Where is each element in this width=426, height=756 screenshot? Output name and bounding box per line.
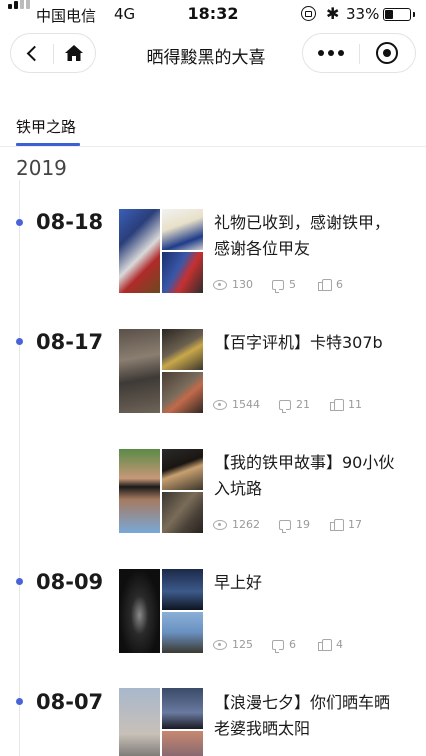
- post-title[interactable]: 【浪漫七夕】你们晒车晒 老婆我晒太阳: [214, 690, 414, 742]
- thumbnail-image: [162, 688, 203, 729]
- post-date: 08-09: [36, 570, 104, 594]
- post-thumbnail-grid[interactable]: [119, 569, 203, 653]
- thumbnail-image: [162, 449, 203, 490]
- views-count: 125: [232, 638, 253, 651]
- thumbnail-image: [162, 252, 203, 293]
- post-title-line: 早上好: [214, 573, 263, 592]
- post-title-line: 【浪漫七夕】你们晒车晒: [214, 693, 391, 712]
- nav-right-capsule: [302, 33, 416, 73]
- likes-count: 4: [336, 638, 343, 651]
- views-count: 130: [232, 278, 253, 291]
- tab-tiejia-road[interactable]: 铁甲之路: [16, 116, 76, 137]
- home-button[interactable]: [53, 34, 95, 72]
- comments-icon: [272, 279, 284, 293]
- thumbnail-image: [119, 449, 160, 533]
- close-miniprogram-button[interactable]: [359, 34, 415, 72]
- views-count: 1544: [232, 398, 260, 411]
- post-title-line: 礼物已收到，感谢铁甲，: [214, 213, 391, 232]
- post-title-line: 入坑路: [214, 479, 263, 498]
- thumbnail-image: [162, 329, 203, 370]
- like-icon: [318, 638, 332, 651]
- comments-count: 6: [289, 638, 296, 651]
- timeline-dot: [16, 698, 23, 705]
- tab-divider: [0, 146, 426, 147]
- battery-icon: [383, 8, 415, 21]
- like-icon: [330, 518, 344, 531]
- post-title[interactable]: 礼物已收到，感谢铁甲， 感谢各位甲友: [214, 210, 414, 262]
- post-date: 08-17: [36, 330, 104, 354]
- page-title: 晒得黢黑的大喜: [146, 48, 266, 68]
- like-icon: [330, 398, 344, 411]
- thumbnail-image: [119, 209, 160, 293]
- orientation-lock-icon: [301, 6, 316, 21]
- comments-count: 19: [296, 518, 310, 531]
- likes-count: 11: [348, 398, 362, 411]
- timeline-dot: [16, 578, 23, 585]
- thumbnail-image: [119, 329, 160, 413]
- chevron-left-icon: [26, 45, 42, 61]
- post-title[interactable]: 早上好: [214, 570, 414, 596]
- post-title[interactable]: 【我的铁甲故事】90小伙 入坑路: [214, 450, 414, 502]
- post-thumbnail-grid[interactable]: [119, 329, 203, 413]
- target-circle-icon: [376, 42, 398, 64]
- thumbnail-image: [162, 372, 203, 413]
- likes-count: 17: [348, 518, 362, 531]
- timeline-line: [19, 180, 20, 756]
- post-title-line: 老婆我晒太阳: [214, 719, 311, 738]
- battery-percent: 33%: [346, 5, 380, 23]
- views-icon: [213, 519, 227, 530]
- post-date: 08-07: [36, 690, 104, 714]
- views-icon: [213, 639, 227, 650]
- more-button[interactable]: [303, 34, 359, 72]
- post-title-line: 感谢各位甲友: [214, 239, 311, 258]
- thumbnail-image: [162, 492, 203, 533]
- status-bar: 中国电信 4G 18:32 ✱ 33%: [0, 0, 426, 28]
- home-icon: [65, 45, 83, 61]
- post-thumbnail-grid[interactable]: [119, 688, 203, 756]
- post-title-line: 【我的铁甲故事】90小伙: [214, 453, 395, 472]
- timeline-dot: [16, 219, 23, 226]
- thumbnail-image: [162, 731, 203, 756]
- views-icon: [213, 279, 227, 290]
- thumbnail-image: [119, 569, 160, 653]
- likes-count: 6: [336, 278, 343, 291]
- post-title[interactable]: 【百字评机】卡特307b: [214, 330, 414, 356]
- comments-icon: [279, 519, 291, 533]
- post-date: 08-18: [36, 210, 104, 234]
- thumbnail-image: [162, 612, 203, 653]
- comments-count: 21: [296, 398, 310, 411]
- like-icon: [318, 278, 332, 291]
- thumbnail-image: [162, 209, 203, 250]
- post-thumbnail-grid[interactable]: [119, 209, 203, 293]
- timeline-dot: [16, 338, 23, 345]
- back-button[interactable]: [11, 34, 53, 72]
- post-title-line: 【百字评机】卡特307b: [214, 333, 383, 352]
- comments-icon: [272, 639, 284, 653]
- comments-count: 5: [289, 278, 296, 291]
- year-heading: 2019: [16, 156, 67, 180]
- bluetooth-icon: ✱: [326, 4, 340, 23]
- thumbnail-image: [119, 688, 160, 756]
- thumbnail-image: [162, 569, 203, 610]
- views-count: 1262: [232, 518, 260, 531]
- more-dots-icon: [318, 50, 344, 56]
- comments-icon: [279, 399, 291, 413]
- views-icon: [213, 399, 227, 410]
- post-thumbnail-grid[interactable]: [119, 449, 203, 533]
- nav-left-capsule: [10, 33, 96, 73]
